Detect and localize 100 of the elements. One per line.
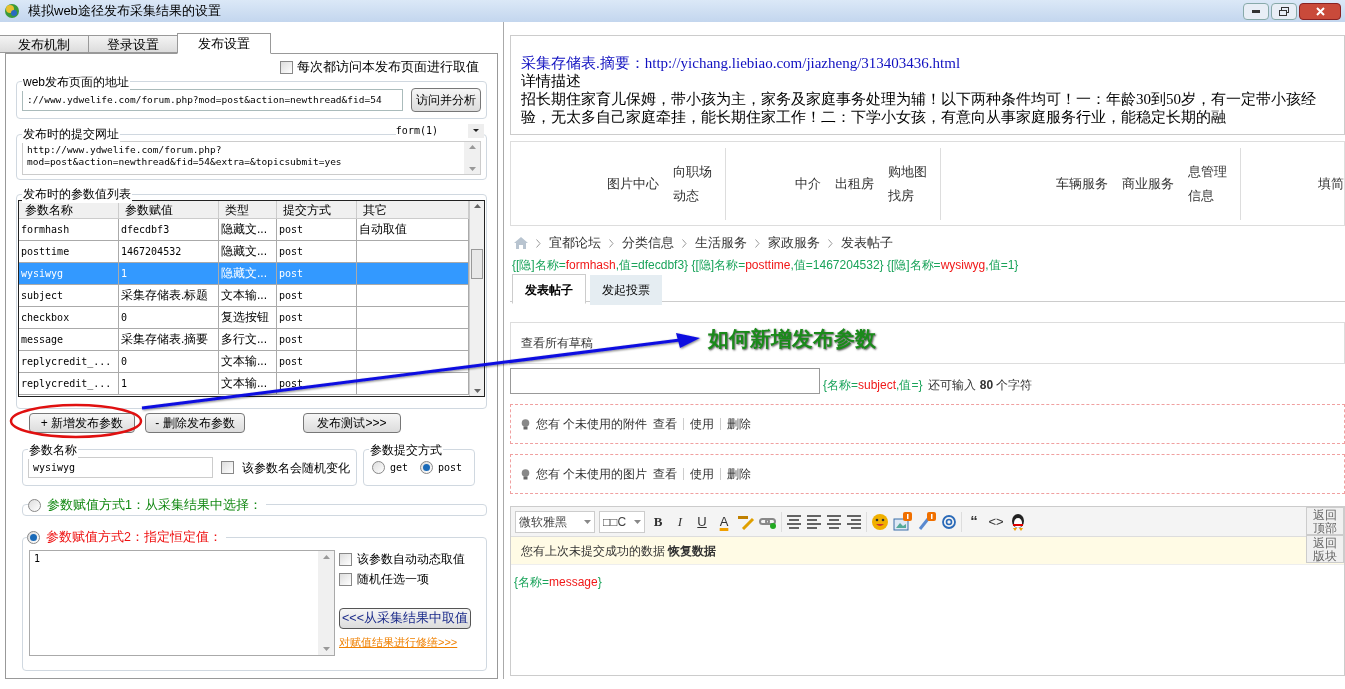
- table-cell: post: [279, 378, 304, 389]
- url-field[interactable]: ://www.ydwelife.com/forum.php?mod=post&action=newthread&fid=54: [22, 89, 403, 111]
- nav-link[interactable]: 车辆服务: [1055, 171, 1108, 196]
- scrollbar[interactable]: [469, 201, 484, 396]
- breadcrumb-link[interactable]: 分类信息: [622, 233, 674, 253]
- bulb-icon: [521, 418, 530, 430]
- group-legend: web发布页面的地址: [22, 73, 130, 91]
- table-cell: wysiwyg: [21, 268, 64, 279]
- fetch-from-results-button[interactable]: <<<从采集结果中取值: [339, 608, 471, 629]
- column-header[interactable]: 类型: [219, 201, 277, 218]
- notice-link[interactable]: 查看: [653, 465, 678, 483]
- spellcheck-pen-icon[interactable]: [737, 513, 755, 530]
- publish-test-button[interactable]: 发布测试>>>: [303, 413, 401, 433]
- nav-link[interactable]: 图片中心: [606, 171, 659, 196]
- tab[interactable]: 发起投票: [590, 275, 662, 305]
- nav-link[interactable]: 购地图找房: [887, 159, 928, 208]
- radio-button[interactable]: [28, 498, 41, 512]
- table-cell: 文本输...: [221, 354, 267, 368]
- format-button[interactable]: I: [671, 511, 689, 532]
- table-cell: 1: [121, 378, 128, 389]
- notice-link[interactable]: 查看: [653, 415, 678, 433]
- table-row[interactable]: replycredit_... 0 文本输... post: [19, 351, 469, 373]
- maximize-button[interactable]: [1271, 2, 1297, 20]
- table-cell: checkbox: [21, 312, 70, 323]
- table-cell: post: [279, 290, 304, 301]
- table-cell: 0: [121, 356, 128, 367]
- size-select[interactable]: □□C: [599, 510, 645, 533]
- format-button[interactable]: B: [649, 511, 667, 532]
- side-button[interactable]: 返回版块: [1306, 535, 1344, 563]
- chevron-icon: [536, 238, 541, 248]
- tab[interactable]: 发表帖子: [512, 274, 586, 304]
- nav-link[interactable]: 商业服务: [1121, 171, 1174, 196]
- nav-link[interactable]: 填简: [1318, 171, 1344, 196]
- column-header[interactable]: 提交方式: [277, 201, 357, 218]
- breadcrumb-link[interactable]: 发表帖子: [841, 233, 893, 253]
- checkbox[interactable]: [221, 461, 234, 474]
- minimize-button[interactable]: [1243, 2, 1269, 20]
- format-button[interactable]: A: [715, 511, 733, 532]
- table-cell: message: [21, 334, 64, 345]
- checkbox[interactable]: [339, 552, 352, 566]
- param-name-field[interactable]: wysiwyg: [28, 457, 213, 478]
- column-header[interactable]: 参数名称: [19, 201, 119, 218]
- notice-link[interactable]: 删除: [727, 465, 752, 483]
- align-center-icon[interactable]: [826, 513, 842, 530]
- bulb-icon: [521, 468, 530, 480]
- tab[interactable]: 发布设置: [177, 33, 271, 54]
- window-title: 模拟web途径发布采集结果的设置: [28, 2, 221, 21]
- analyze-button[interactable]: 访问并分析: [411, 88, 481, 112]
- nav-link[interactable]: 息管理信息: [1187, 159, 1228, 208]
- smiley-icon[interactable]: [871, 512, 889, 531]
- detail-text: 招长期住家育儿保姆，带小孩为主，家务及家庭事务处理为辅！以下两种条件均可！一：年龄30到50岁，有一定带小孩经验，无太多自己家庭牵挂，能长期住家工作！二：下学小女孩，有意向从事家庭服务行业，能稳定长期的融: [521, 90, 1317, 126]
- checkbox[interactable]: [280, 60, 293, 74]
- penguin-icon[interactable]: [1010, 512, 1026, 531]
- quote-button[interactable]: “: [966, 510, 982, 533]
- notice-link[interactable]: 删除: [727, 415, 752, 433]
- table-row[interactable]: message 采集存储表.摘要 多行文... post: [19, 329, 469, 351]
- table-row[interactable]: subject 采集存储表.标题 文本输... post: [19, 285, 469, 307]
- notice-link[interactable]: 使用: [690, 465, 715, 483]
- breadcrumb-link[interactable]: 家政服务: [768, 233, 820, 253]
- checkbox-label: 每次都访问本发布页面进行取值: [297, 58, 479, 76]
- attachment-icon[interactable]: [917, 511, 937, 532]
- format-button[interactable]: U: [693, 511, 711, 532]
- radio-button[interactable]: [420, 461, 434, 474]
- notice-link[interactable]: 使用: [690, 415, 715, 433]
- add-param-button[interactable]: + 新增发布参数: [29, 413, 135, 433]
- column-header[interactable]: 参数赋值: [119, 201, 219, 218]
- tab[interactable]: 登录设置: [88, 35, 178, 53]
- group-legend: 参数名称: [28, 441, 78, 459]
- table-row[interactable]: checkbox 0 复选按钮 post: [19, 307, 469, 329]
- nav-link[interactable]: 中介: [794, 171, 821, 196]
- table-cell: 隐藏文...: [221, 266, 267, 280]
- table-row[interactable]: replycredit_... 1 文本输... post: [19, 373, 469, 395]
- table-cell: dfecdbf3: [121, 224, 170, 235]
- table-cell: replycredit_...: [21, 378, 112, 389]
- justify-icon[interactable]: [786, 513, 802, 530]
- font-select[interactable]: 微软雅黑: [515, 510, 595, 533]
- dropdown-arrow-icon: [634, 519, 641, 524]
- table-row[interactable]: formhash dfecdbf3 隐藏文... post 自动取值: [19, 219, 469, 241]
- scroll-thumb[interactable]: [471, 248, 483, 279]
- breadcrumb-link[interactable]: 生活服务: [695, 233, 747, 253]
- nav-link[interactable]: 向职场动态: [672, 159, 713, 208]
- app-icon: [4, 3, 20, 19]
- radio-label: get: [390, 461, 409, 475]
- tab[interactable]: 发布机制: [0, 35, 89, 53]
- delete-param-button[interactable]: - 删除发布参数: [145, 413, 245, 433]
- checkbox[interactable]: [339, 572, 352, 586]
- align-right-icon[interactable]: [846, 513, 862, 530]
- close-button[interactable]: [1299, 2, 1341, 20]
- nav-link[interactable]: 出租房: [834, 171, 874, 196]
- side-button[interactable]: 返回顶部: [1306, 507, 1344, 535]
- radio-button[interactable]: [372, 461, 385, 474]
- align-left-icon[interactable]: [806, 513, 822, 530]
- drafts-link[interactable]: 查看所有草稿: [521, 334, 593, 352]
- code-button[interactable]: <>: [986, 511, 1006, 532]
- breadcrumb-link[interactable]: 宜都论坛: [549, 233, 601, 253]
- radio-button[interactable]: [27, 530, 40, 544]
- summary-url[interactable]: http://yichang.liebiao.com/jiazheng/313403436.html: [644, 55, 961, 71]
- subject-field[interactable]: [510, 368, 820, 394]
- form-select[interactable]: form(1): [395, 123, 484, 138]
- home-icon[interactable]: [514, 237, 528, 249]
